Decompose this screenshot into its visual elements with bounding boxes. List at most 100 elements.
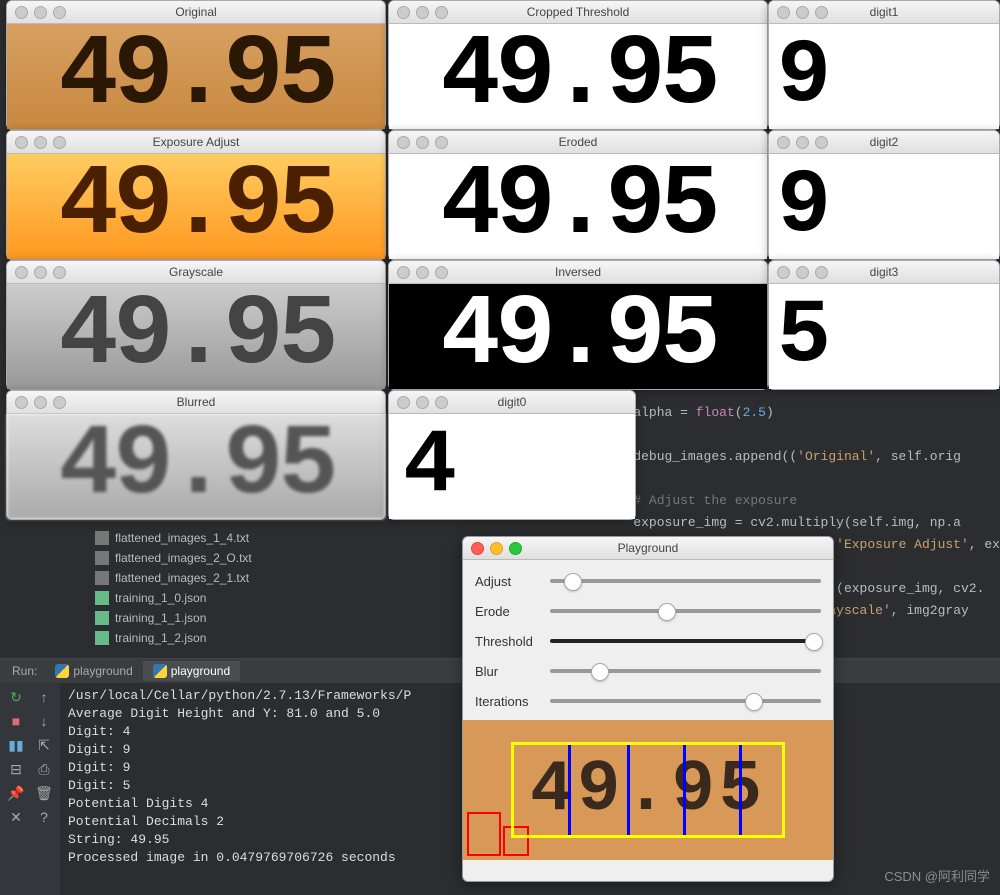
image-digits: 49.95	[58, 414, 333, 519]
titlebar[interactable]: Grayscale	[7, 261, 385, 284]
window-digit3[interactable]: digit3 5	[768, 260, 1000, 390]
tree-item[interactable]: training_1_1.json	[95, 608, 252, 628]
titlebar[interactable]: digit2	[769, 131, 999, 154]
pause-icon[interactable]: ▮▮	[6, 735, 26, 755]
zoom-icon[interactable]	[53, 136, 66, 149]
zoom-icon[interactable]	[815, 266, 828, 279]
run-gutter: ↻ ↑ ■ ↓ ▮▮ ⇱ ⊟ ⎙ 📌 🗑 ✕?	[0, 683, 60, 895]
close-icon[interactable]	[15, 6, 28, 19]
file-icon	[95, 531, 109, 545]
minimize-icon[interactable]	[796, 6, 809, 19]
trash-icon[interactable]: 🗑	[34, 783, 54, 803]
close-icon[interactable]: ✕	[6, 807, 26, 827]
zoom-icon[interactable]	[435, 136, 448, 149]
minimize-icon[interactable]	[796, 266, 809, 279]
zoom-icon[interactable]	[53, 396, 66, 409]
help-icon[interactable]: ?	[34, 807, 54, 827]
close-icon[interactable]	[777, 266, 790, 279]
window-digit1[interactable]: digit1 9	[768, 0, 1000, 130]
zoom-icon[interactable]	[815, 6, 828, 19]
slider-iterations[interactable]	[550, 699, 821, 703]
window-original[interactable]: Original 49.95	[6, 0, 386, 130]
minimize-icon[interactable]	[34, 6, 47, 19]
control-erode: Erode	[475, 596, 821, 626]
up-icon[interactable]: ↑	[34, 687, 54, 707]
titlebar[interactable]: digit0	[389, 391, 635, 414]
minimize-icon[interactable]	[490, 542, 503, 555]
image-digit: 9	[777, 156, 826, 258]
slider-adjust[interactable]	[550, 579, 821, 583]
print-icon[interactable]: ⎙	[34, 759, 54, 779]
close-icon[interactable]	[397, 396, 410, 409]
slider-erode[interactable]	[550, 609, 821, 613]
zoom-icon[interactable]	[435, 396, 448, 409]
image-digit: 5	[777, 286, 826, 388]
titlebar[interactable]: Eroded	[389, 131, 767, 154]
titlebar[interactable]: Blurred	[7, 391, 385, 414]
titlebar[interactable]: digit1	[769, 1, 999, 24]
window-exposure-adjust[interactable]: Exposure Adjust 49.95	[6, 130, 386, 260]
minimize-icon[interactable]	[416, 266, 429, 279]
close-icon[interactable]	[777, 136, 790, 149]
tree-item[interactable]: flattened_images_2_1.txt	[95, 568, 252, 588]
tab-playground-2[interactable]: playground	[143, 661, 240, 681]
zoom-icon[interactable]	[53, 266, 66, 279]
minimize-icon[interactable]	[796, 136, 809, 149]
tree-item[interactable]: flattened_images_2_O.txt	[95, 548, 252, 568]
minimize-icon[interactable]	[34, 396, 47, 409]
settings-icon[interactable]: ⊟	[6, 759, 26, 779]
tab-playground-1[interactable]: playground	[45, 661, 142, 681]
close-icon[interactable]	[397, 136, 410, 149]
close-icon[interactable]	[15, 136, 28, 149]
close-icon[interactable]	[397, 266, 410, 279]
window-cropped-threshold[interactable]: Cropped Threshold 49.95	[388, 0, 768, 130]
image-digits: 49.95	[58, 284, 333, 389]
image-digit: 4	[403, 416, 452, 518]
tree-item[interactable]: training_1_2.json	[95, 628, 252, 648]
window-eroded[interactable]: Eroded 49.95	[388, 130, 768, 260]
minimize-icon[interactable]	[416, 6, 429, 19]
export-icon[interactable]: ⇱	[34, 735, 54, 755]
tree-item[interactable]: training_1_0.json	[95, 588, 252, 608]
slider-blur[interactable]	[550, 669, 821, 673]
zoom-icon[interactable]	[509, 542, 522, 555]
zoom-icon[interactable]	[435, 6, 448, 19]
titlebar[interactable]: Exposure Adjust	[7, 131, 385, 154]
zoom-icon[interactable]	[53, 6, 66, 19]
titlebar[interactable]: Playground	[463, 537, 833, 560]
rerun-icon[interactable]: ↻	[6, 687, 26, 707]
titlebar[interactable]: digit3	[769, 261, 999, 284]
window-blurred[interactable]: Blurred 49.95	[6, 390, 386, 520]
zoom-icon[interactable]	[815, 136, 828, 149]
minimize-icon[interactable]	[34, 266, 47, 279]
detected-digits: 49.95	[511, 742, 785, 838]
tree-item[interactable]: flattened_images_1_4.txt	[95, 528, 252, 548]
titlebar[interactable]: Inversed	[389, 261, 767, 284]
image-digits: 49.95	[58, 154, 333, 259]
titlebar[interactable]: Cropped Threshold	[389, 1, 767, 24]
close-icon[interactable]	[471, 542, 484, 555]
minimize-icon[interactable]	[34, 136, 47, 149]
window-grayscale[interactable]: Grayscale 49.95	[6, 260, 386, 390]
run-label: Run:	[4, 664, 45, 678]
window-digit2[interactable]: digit2 9	[768, 130, 1000, 260]
window-playground[interactable]: Playground Adjust Erode Threshold Blur I…	[462, 536, 834, 882]
stop-icon[interactable]: ■	[6, 711, 26, 731]
down-icon[interactable]: ↓	[34, 711, 54, 731]
close-icon[interactable]	[397, 6, 410, 19]
window-digit0[interactable]: digit0 4	[388, 390, 636, 520]
minimize-icon[interactable]	[416, 136, 429, 149]
titlebar[interactable]: Original	[7, 1, 385, 24]
close-icon[interactable]	[15, 396, 28, 409]
pin-icon[interactable]: 📌	[6, 783, 26, 803]
close-icon[interactable]	[15, 266, 28, 279]
zoom-icon[interactable]	[435, 266, 448, 279]
file-name: training_1_0.json	[115, 588, 206, 608]
close-icon[interactable]	[777, 6, 790, 19]
window-inversed[interactable]: Inversed 49.95	[388, 260, 768, 390]
control-threshold: Threshold	[475, 626, 821, 656]
image-digits: 49.95	[440, 284, 715, 389]
slider-threshold[interactable]	[550, 639, 821, 643]
minimize-icon[interactable]	[416, 396, 429, 409]
file-icon	[95, 611, 109, 625]
